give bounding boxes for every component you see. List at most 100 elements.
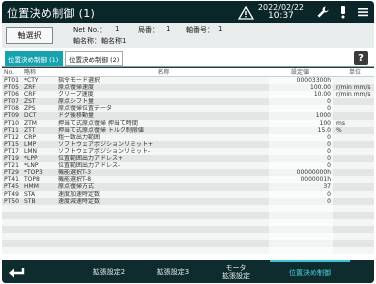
param-no: PT41 xyxy=(4,176,19,184)
param-value: 00003300h xyxy=(269,77,333,85)
header-no: No. xyxy=(4,69,14,76)
table-row[interactable]: PT21 *LNP 位置範囲出力アドレス- 0 xyxy=(2,162,374,170)
param-code xyxy=(22,233,56,240)
table-row[interactable]: PT10 ZTM 押当て式原点復帰 押当て時間 100 ms xyxy=(2,119,374,127)
back-arrow-icon[interactable] xyxy=(5,263,29,280)
tab-positioning-1[interactable]: 位置決め制御 (1) xyxy=(5,51,63,66)
param-name: クリープ速度 xyxy=(58,91,94,99)
param-value: 0000001h xyxy=(269,176,333,184)
station-label: 局番： xyxy=(138,26,159,34)
param-unit xyxy=(333,77,374,84)
param-unit xyxy=(333,112,374,119)
table-row[interactable]: PT29 *TOP3 機能選択T-3 00000000h xyxy=(2,169,374,177)
clock: 2022/02/22 10:37 xyxy=(258,4,304,21)
table-row[interactable]: PT49 STA 速度加速時定数 0 xyxy=(2,190,374,198)
param-code: HMM xyxy=(24,183,39,191)
param-code: DCT xyxy=(24,112,37,120)
param-unit xyxy=(333,176,374,183)
tab-positioning-2[interactable]: 位置決め制御 (2) xyxy=(65,51,123,66)
param-code: ZTM xyxy=(24,119,37,127)
table-row[interactable]: PT08 ZPS 原点復帰位置データ 0 xyxy=(2,105,374,113)
table-row[interactable]: PT05 ZRF 原点復帰速度 100.00 r/min mm/s xyxy=(2,84,374,92)
param-no: PT45 xyxy=(4,183,19,191)
axis-select-button[interactable]: 軸選択 xyxy=(6,27,53,44)
param-value: 15.0 xyxy=(269,126,333,134)
table-row[interactable]: PT15 LMP ソフトウェアポジションリミット+ 0 xyxy=(2,140,374,148)
table-row[interactable]: PT09 DCT ドグ後移動量 1000 xyxy=(2,112,374,120)
param-name xyxy=(56,212,269,219)
axis-info-bar: 軸選択 Net No.： 1 局番： 1 軸番号： 1 軸名称：軸名称1 xyxy=(2,23,374,48)
param-no xyxy=(2,219,22,226)
param-no: PT29 xyxy=(4,169,19,177)
table-row[interactable]: PT45 HMM 原点復帰方式 37 xyxy=(2,183,374,191)
warning-icon[interactable] xyxy=(237,5,255,20)
help-icon[interactable]: ? xyxy=(354,51,368,65)
ext-setting-2-button[interactable]: 拡張設定2 xyxy=(80,260,138,283)
table-header: No. 略称 名称 設定値 単位 xyxy=(2,68,374,77)
motor-ext-setting-button[interactable]: モータ 拡張設定 xyxy=(210,260,262,283)
table-body: PT01 *CTY 指令モード選択 00003300h PT05 ZRF 原点復帰速度 100… xyxy=(2,77,374,255)
axis-no-label: 軸番号： xyxy=(186,26,214,34)
param-no: PT11 xyxy=(4,126,19,134)
param-no: PT07 xyxy=(4,98,19,106)
param-unit xyxy=(333,141,374,148)
table-row[interactable]: PT12 CRP 粗一致出力範囲 0 xyxy=(2,133,374,141)
param-name xyxy=(56,240,269,247)
param-code: ZST xyxy=(24,98,36,106)
parameter-table: No. 略称 名称 設定値 単位 PT01 *CTY 指令モード選択 00003300… xyxy=(2,68,374,260)
table-row[interactable]: PT01 *CTY 指令モード選択 00003300h xyxy=(2,77,374,85)
positioning-control-button[interactable]: 位置決め制御 xyxy=(270,260,350,283)
param-value: 0 xyxy=(269,105,333,113)
param-code: STA xyxy=(24,190,36,198)
param-name: 機能選択T-8 xyxy=(58,176,92,184)
table-row[interactable]: PT17 LMN ソフトウェアポジションリミット- 0 xyxy=(2,147,374,156)
param-name: 原点復帰速度 xyxy=(58,84,95,92)
table-row[interactable]: PT19 *LPP 位置範囲出力アドレス+ 0 xyxy=(2,155,374,163)
param-value: 0 xyxy=(269,147,333,156)
header-code: 略称 xyxy=(24,69,37,76)
param-no xyxy=(2,226,22,233)
table-row[interactable]: PT50 STB 速度減速時定数 0 xyxy=(2,197,374,205)
table-row[interactable]: PT11 ZTT 押当て式原点復帰 トルク制限値 15.0% xyxy=(2,126,374,134)
param-code: CRF xyxy=(24,91,36,99)
param-unit xyxy=(333,98,374,105)
param-value: 1000 xyxy=(269,112,333,120)
param-no xyxy=(2,233,22,240)
param-code: *LNP xyxy=(24,162,39,170)
ext-setting-3-button[interactable]: 拡張設定3 xyxy=(144,260,202,283)
param-no: PT19 xyxy=(4,155,19,163)
function-bar: 拡張設定2 拡張設定3 モータ 拡張設定 位置決め制御 xyxy=(2,260,374,283)
param-no: PT06 xyxy=(4,91,19,99)
param-no: PT09 xyxy=(4,112,19,120)
time-text: 10:37 xyxy=(267,11,294,21)
axis-name: 軸名称：軸名称1 xyxy=(73,37,127,45)
param-unit: r/min mm/s xyxy=(336,84,371,92)
param-unit xyxy=(333,219,374,226)
header-name: 名称 xyxy=(157,69,170,76)
param-value: 0 xyxy=(269,133,333,141)
param-unit xyxy=(333,247,374,254)
table-row[interactable]: PT41 TOP8 機能選択T-8 0000001h xyxy=(2,176,374,184)
header-icons: 2022/02/22 10:37 xyxy=(237,3,370,21)
param-name: 原点復帰位置データ xyxy=(58,105,113,113)
param-name: 原点復帰方式 xyxy=(58,183,95,191)
table-row[interactable]: PT07 ZST 原点シフト量 0 xyxy=(2,98,374,106)
param-unit xyxy=(333,226,374,233)
param-unit xyxy=(333,240,374,247)
tab-bar: 位置決め制御 (1) 位置決め制御 (2) ? xyxy=(2,48,374,67)
param-unit: r/min mm/s xyxy=(336,91,371,99)
param-name: 押当て式原点復帰 押当て時間 xyxy=(58,119,138,127)
param-code: LMN xyxy=(24,147,38,155)
param-unit xyxy=(333,191,374,198)
wrench-icon[interactable] xyxy=(316,5,330,19)
param-name: 指令モード選択 xyxy=(58,77,101,84)
param-code: ZPS xyxy=(24,105,36,113)
param-code: STB xyxy=(24,197,36,205)
param-no: PT50 xyxy=(4,197,19,205)
param-no: PT15 xyxy=(4,140,19,148)
menu-icon[interactable] xyxy=(356,5,370,19)
param-code xyxy=(22,226,56,233)
param-unit xyxy=(333,233,374,240)
param-value xyxy=(269,240,333,248)
table-row[interactable]: PT06 CRF クリープ速度 10.00 r/min mm/s xyxy=(2,91,374,99)
